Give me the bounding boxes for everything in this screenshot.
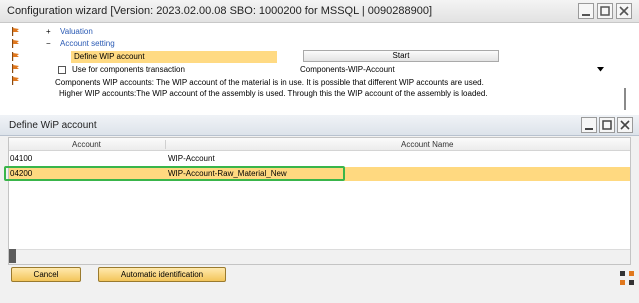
tree-item-account-setting[interactable]: Account setting [60,39,115,48]
flag-icon [12,39,19,48]
row-highlight-box [4,166,345,181]
close-icon [619,6,629,16]
horizontal-scrollbar[interactable] [9,249,630,264]
tree-item-valuation[interactable]: Valuation [60,27,93,36]
components-select-value: Components-WIP-Account [300,65,395,74]
maximize-icon [600,6,610,16]
cancel-button[interactable]: Cancel [11,267,81,282]
flag-icon [12,27,19,36]
automatic-identification-button[interactable]: Automatic identification [98,267,226,282]
description-components-wip: Components WIP accounts: The WIP account… [55,78,484,87]
wizard-close-button[interactable] [616,3,632,19]
column-separator[interactable] [165,140,166,149]
use-for-components-checkbox[interactable] [58,66,66,74]
resize-grip-icon[interactable] [620,271,634,285]
scrollbar-thumb[interactable] [9,249,16,263]
dialog-maximize-button[interactable] [599,117,615,133]
account-cell: 04100 [10,154,33,163]
description-higher-wip: Higher WIP accounts:The WIP account of t… [59,89,488,98]
tree-toggle-account-setting[interactable]: − [46,39,51,48]
components-account-select[interactable]: Components-WIP-Account [300,64,606,75]
table-row[interactable] [9,152,630,165]
tree-toggle-valuation[interactable]: + [46,27,51,36]
dialog-close-button[interactable] [617,117,633,133]
flag-icon [12,76,19,85]
account-name-cell: WIP-Account [168,154,215,163]
minimize-icon [582,14,590,16]
wizard-minimize-button[interactable] [578,3,594,19]
column-header-account-name[interactable]: Account Name [401,140,453,149]
wizard-scrollbar[interactable] [624,88,626,110]
column-header-account[interactable]: Account [72,140,101,149]
wizard-title: Configuration wizard [Version: 2023.02.0… [7,5,433,17]
minimize-icon [585,128,593,130]
chevron-down-icon [597,67,604,72]
start-button[interactable]: Start [303,50,499,62]
grid-header [9,138,630,151]
define-wip-label: Define WIP account [74,52,145,61]
close-icon [620,120,630,130]
flag-icon [12,52,19,61]
wizard-maximize-button[interactable] [597,3,613,19]
flag-icon [12,64,19,73]
maximize-icon [602,120,612,130]
dialog-title: Define WiP account [9,120,97,131]
dialog-minimize-button[interactable] [581,117,597,133]
use-for-components-label: Use for components transaction [72,65,185,74]
